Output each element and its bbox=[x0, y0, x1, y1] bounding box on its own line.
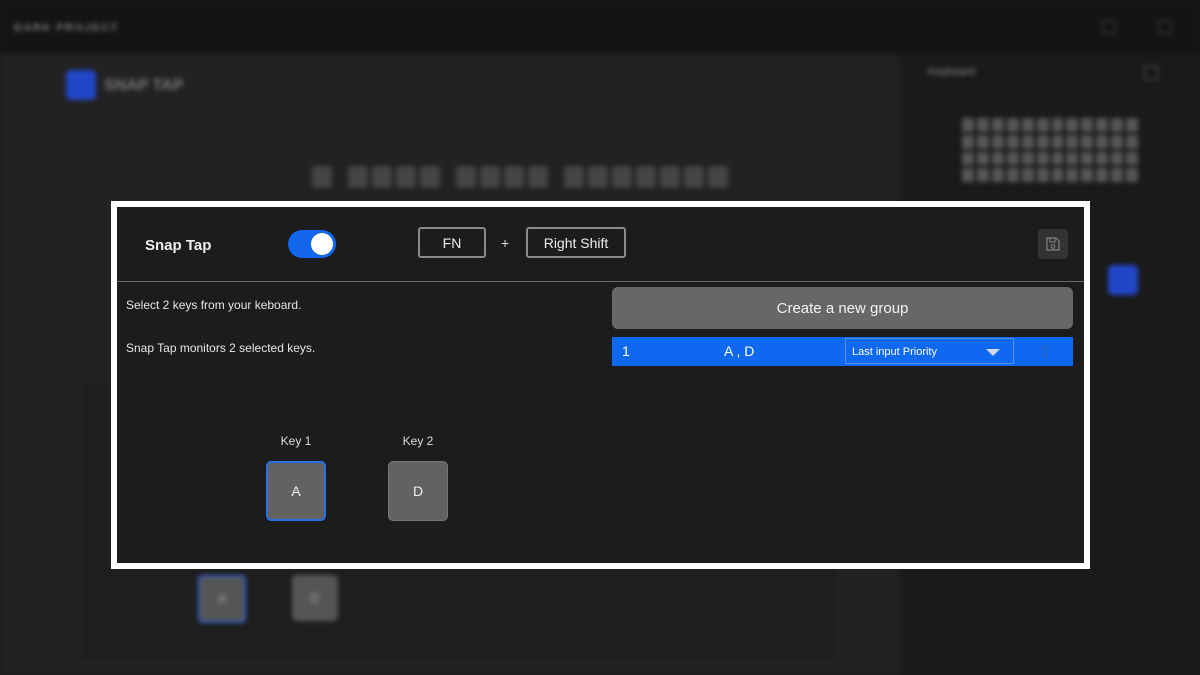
priority-mode-select[interactable]: Last input Priority bbox=[845, 338, 1014, 364]
group-index: 1 bbox=[622, 343, 630, 359]
snap-tap-toggle[interactable] bbox=[288, 230, 336, 258]
instruction-select-keys: Select 2 keys from your keboard. bbox=[126, 298, 302, 312]
dialog-header: Snap Tap FN + Right Shift bbox=[117, 207, 1084, 282]
hotkey-key-button[interactable]: Right Shift bbox=[526, 227, 626, 258]
background-key-1: A bbox=[198, 575, 246, 623]
group-keys: A , D bbox=[724, 343, 755, 359]
key-2-label: Key 2 bbox=[402, 434, 434, 448]
chevron-down-icon bbox=[986, 349, 1000, 356]
delete-group-icon[interactable] bbox=[1040, 345, 1050, 357]
minimize-icon bbox=[1102, 20, 1116, 34]
dialog-title: Snap Tap bbox=[145, 237, 212, 254]
page-heading: SNAP TAP bbox=[104, 77, 184, 94]
key-1-label: Key 1 bbox=[280, 434, 312, 448]
close-icon bbox=[1158, 20, 1172, 34]
hotkey-plus: + bbox=[501, 235, 510, 251]
key-1-slot[interactable]: A bbox=[266, 461, 326, 521]
side-panel-title: Keyboard bbox=[928, 66, 976, 78]
instruction-monitors: Snap Tap monitors 2 selected keys. bbox=[126, 341, 316, 355]
toggle-knob bbox=[311, 233, 333, 255]
group-row[interactable]: 1 A , D Last input Priority bbox=[612, 337, 1073, 366]
title-bar: DARK PROJECT bbox=[0, 0, 1200, 54]
save-icon bbox=[1046, 237, 1060, 251]
hotkey-modifier-button[interactable]: FN bbox=[418, 227, 486, 258]
create-group-button[interactable]: Create a new group bbox=[612, 287, 1073, 329]
brand-label: DARK PROJECT bbox=[14, 22, 119, 34]
key-2-slot[interactable]: D bbox=[388, 461, 448, 521]
side-feature-icon bbox=[1108, 265, 1138, 295]
snap-tap-feature-icon bbox=[66, 70, 96, 100]
snap-tap-dialog: Snap Tap FN + Right Shift Select 2 keys … bbox=[111, 201, 1090, 569]
save-button[interactable] bbox=[1038, 229, 1068, 259]
priority-mode-value: Last input Priority bbox=[852, 346, 937, 358]
mini-keyboard-icon bbox=[962, 118, 1138, 182]
side-settings-icon bbox=[1144, 66, 1158, 80]
keyboard-preview bbox=[312, 166, 728, 190]
background-key-2: D bbox=[292, 575, 338, 621]
